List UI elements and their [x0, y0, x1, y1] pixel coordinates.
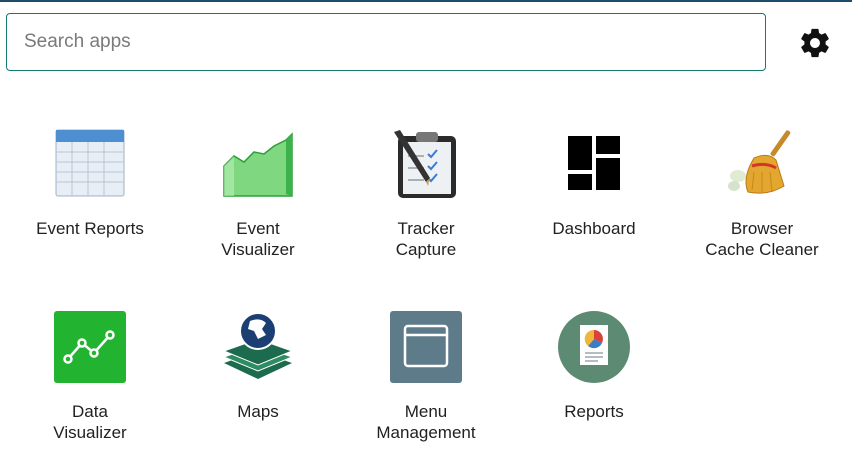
- search-input[interactable]: [24, 14, 754, 70]
- event-visualizer-icon: [223, 132, 293, 197]
- reports-icon: [558, 311, 630, 383]
- top-border: [0, 0, 852, 2]
- app-label: Event Visualizer: [221, 219, 295, 259]
- app-reports[interactable]: Reports: [510, 309, 678, 422]
- app-event-visualizer[interactable]: Event Visualizer: [174, 126, 342, 260]
- app-label: Dashboard: [552, 219, 636, 238]
- search-box[interactable]: [6, 13, 766, 71]
- app-menu-management[interactable]: Menu Management: [342, 309, 510, 443]
- app-label: Reports: [564, 402, 624, 421]
- app-tracker-capture[interactable]: Tracker Capture: [342, 126, 510, 260]
- app-browser-cache-cleaner[interactable]: Browser Cache Cleaner: [678, 126, 846, 260]
- dashboard-icon: [568, 136, 620, 190]
- app-event-reports[interactable]: Event Reports: [6, 126, 174, 239]
- menu-management-icon: [390, 311, 462, 383]
- app-label: Data Visualizer: [53, 402, 127, 442]
- app-label: Tracker Capture: [395, 219, 457, 259]
- settings-gear-icon[interactable]: [798, 26, 832, 60]
- app-label: Menu Management: [376, 402, 476, 442]
- maps-icon: [222, 312, 294, 379]
- app-maps[interactable]: Maps: [174, 309, 342, 422]
- app-label: Maps: [237, 402, 279, 421]
- tracker-capture-icon: [394, 130, 456, 198]
- app-label: Browser Cache Cleaner: [705, 219, 819, 259]
- app-data-visualizer[interactable]: Data Visualizer: [6, 309, 174, 443]
- event-reports-icon: [55, 129, 125, 197]
- app-dashboard[interactable]: Dashboard: [510, 126, 678, 239]
- app-label: Event Reports: [36, 219, 144, 238]
- data-visualizer-icon: [54, 311, 126, 383]
- broom-icon: [728, 130, 791, 194]
